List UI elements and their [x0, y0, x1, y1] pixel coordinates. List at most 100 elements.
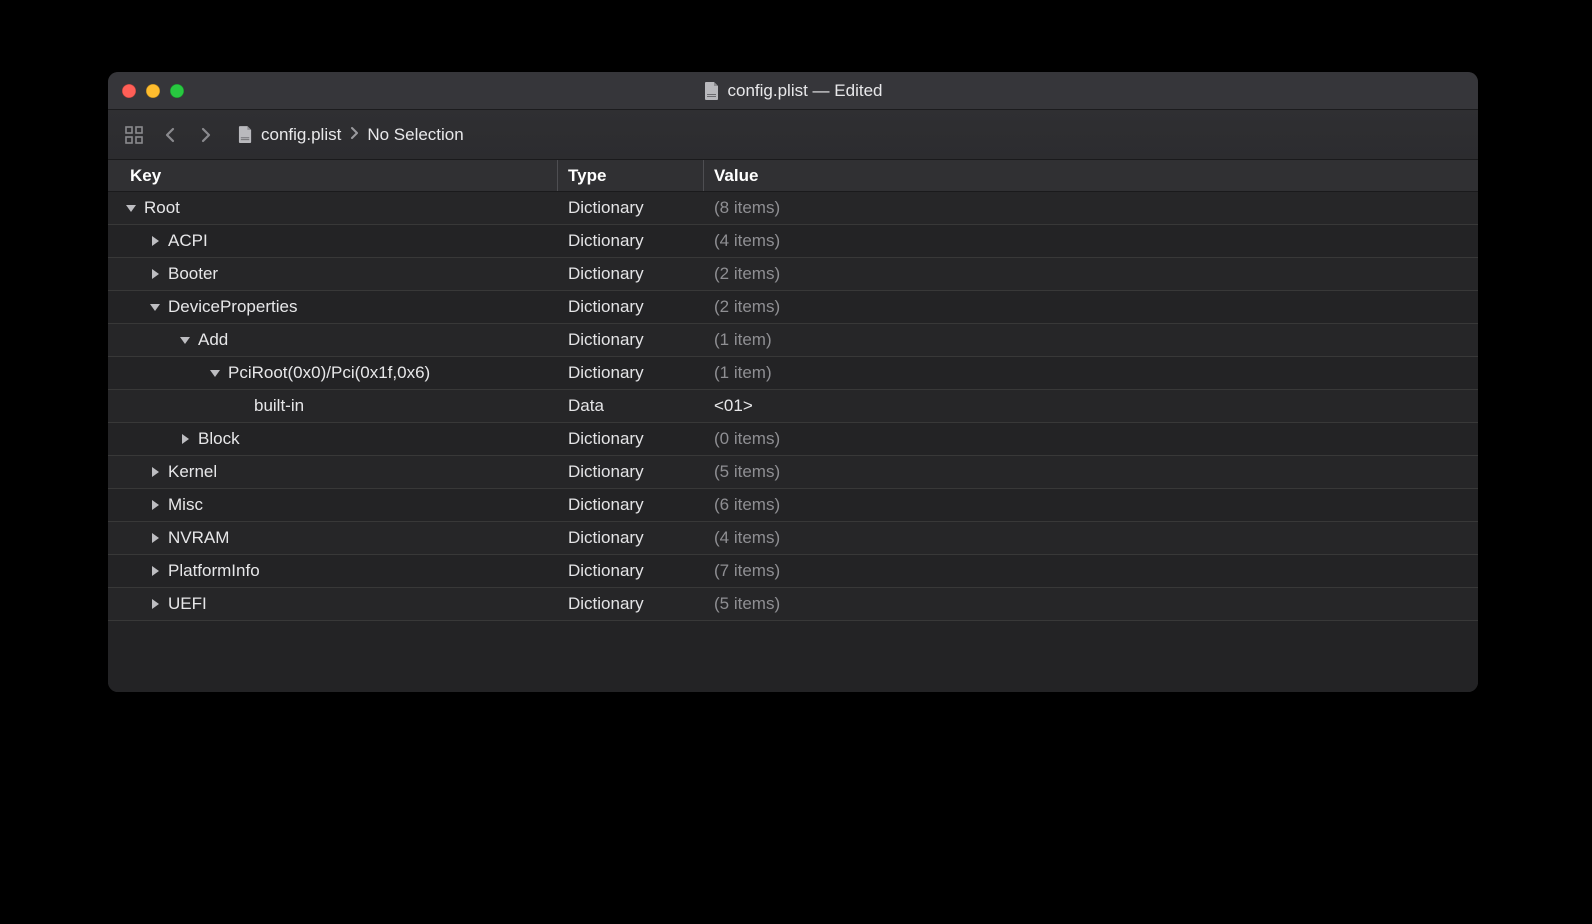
plist-row[interactable]: built-in Data <01> [108, 390, 1478, 423]
value-cell[interactable]: (4 items) [704, 528, 1478, 548]
key-cell[interactable]: DeviceProperties [108, 297, 558, 317]
type-label: Dictionary [568, 198, 644, 217]
disclosure-triangle-icon[interactable] [178, 432, 192, 446]
minimize-button[interactable] [146, 84, 160, 98]
value-cell[interactable]: (6 items) [704, 495, 1478, 515]
type-cell[interactable]: Dictionary [558, 330, 704, 350]
view-mode-icon[interactable] [122, 123, 146, 147]
disclosure-triangle-icon[interactable] [208, 366, 222, 380]
nav-back-button[interactable] [158, 123, 182, 147]
value-label: (2 items) [714, 297, 780, 316]
type-label: Data [568, 396, 604, 415]
key-cell[interactable]: PciRoot(0x0)/Pci(0x1f,0x6) [108, 363, 558, 383]
window-title-text: config.plist — Edited [728, 81, 883, 101]
disclosure-triangle-icon[interactable] [148, 597, 162, 611]
plist-row[interactable]: Block Dictionary (0 items) [108, 423, 1478, 456]
type-cell[interactable]: Dictionary [558, 198, 704, 218]
disclosure-triangle-icon[interactable] [148, 465, 162, 479]
titlebar[interactable]: config.plist — Edited [108, 72, 1478, 110]
type-cell[interactable]: Dictionary [558, 363, 704, 383]
window-title: config.plist — Edited [108, 81, 1478, 101]
type-label: Dictionary [568, 297, 644, 316]
plist-row[interactable]: Root Dictionary (8 items) [108, 192, 1478, 225]
type-cell[interactable]: Dictionary [558, 528, 704, 548]
type-cell[interactable]: Dictionary [558, 561, 704, 581]
type-cell[interactable]: Dictionary [558, 594, 704, 614]
type-label: Dictionary [568, 264, 644, 283]
value-cell[interactable]: (1 item) [704, 363, 1478, 383]
key-label: DeviceProperties [168, 297, 297, 317]
type-label: Dictionary [568, 462, 644, 481]
disclosure-triangle-icon[interactable] [148, 234, 162, 248]
breadcrumb-selection[interactable]: No Selection [367, 125, 463, 145]
toolbar: config.plist No Selection [108, 110, 1478, 160]
key-cell[interactable]: Block [108, 429, 558, 449]
plist-row[interactable]: MiscDictionary(6 items) [108, 489, 1478, 522]
key-cell[interactable]: Add [108, 330, 558, 350]
header-type[interactable]: Type [558, 160, 704, 191]
plist-row[interactable]: PciRoot(0x0)/Pci(0x1f,0x6)Dictionary(1 i… [108, 357, 1478, 390]
plist-row[interactable]: DeviceProperties Dictionary (2 items) [108, 291, 1478, 324]
value-label: (4 items) [714, 231, 780, 250]
type-cell[interactable]: Dictionary [558, 264, 704, 284]
type-cell[interactable]: Dictionary [558, 462, 704, 482]
value-cell[interactable]: (1 item) [704, 330, 1478, 350]
plist-row[interactable]: Booter Dictionary (2 items) [108, 258, 1478, 291]
key-cell[interactable]: Misc [108, 495, 558, 515]
plist-row[interactable]: NVRAM Dictionary(4 items) [108, 522, 1478, 555]
plist-tree[interactable]: RootDictionary(8 items)ACPIDictionary(4 … [108, 192, 1478, 692]
breadcrumb-file[interactable]: config.plist [261, 125, 341, 145]
key-label: UEFI [168, 594, 207, 614]
plist-row[interactable]: AddDictionary (1 item) [108, 324, 1478, 357]
disclosure-triangle-icon[interactable] [148, 564, 162, 578]
value-label: (1 item) [714, 330, 772, 349]
value-cell[interactable]: (2 items) [704, 297, 1478, 317]
disclosure-triangle-icon[interactable] [124, 201, 138, 215]
type-cell[interactable]: Dictionary [558, 429, 704, 449]
window-controls [108, 84, 184, 98]
value-cell[interactable]: (4 items) [704, 231, 1478, 251]
key-label: NVRAM [168, 528, 229, 548]
key-label: PlatformInfo [168, 561, 260, 581]
value-cell[interactable]: (5 items) [704, 594, 1478, 614]
key-cell[interactable]: PlatformInfo [108, 561, 558, 581]
type-label: Dictionary [568, 594, 644, 613]
plist-row[interactable]: Kernel Dictionary (5 items) [108, 456, 1478, 489]
type-cell[interactable]: Dictionary [558, 231, 704, 251]
zoom-button[interactable] [170, 84, 184, 98]
value-cell[interactable]: (7 items) [704, 561, 1478, 581]
type-cell[interactable]: Dictionary [558, 297, 704, 317]
value-cell[interactable]: (8 items) [704, 198, 1478, 218]
value-cell[interactable]: (5 items) [704, 462, 1478, 482]
key-cell[interactable]: Booter [108, 264, 558, 284]
type-cell[interactable]: Data [558, 396, 704, 416]
key-cell[interactable]: ACPI [108, 231, 558, 251]
value-cell[interactable]: <01> [704, 396, 1478, 416]
disclosure-triangle-icon[interactable] [148, 498, 162, 512]
breadcrumb[interactable]: config.plist No Selection [238, 125, 464, 145]
type-cell[interactable]: Dictionary [558, 495, 704, 515]
plist-row[interactable]: ACPIDictionary (4 items) [108, 225, 1478, 258]
key-cell[interactable]: NVRAM [108, 528, 558, 548]
disclosure-triangle-icon[interactable] [148, 267, 162, 281]
plist-file-icon [238, 126, 253, 143]
key-cell[interactable]: built-in [108, 396, 558, 416]
close-button[interactable] [122, 84, 136, 98]
disclosure-triangle-icon[interactable] [148, 300, 162, 314]
value-cell[interactable]: (0 items) [704, 429, 1478, 449]
disclosure-triangle-icon[interactable] [178, 333, 192, 347]
type-label: Dictionary [568, 429, 644, 448]
value-cell[interactable]: (2 items) [704, 264, 1478, 284]
plist-row[interactable]: PlatformInfo Dictionary (7 items) [108, 555, 1478, 588]
key-cell[interactable]: Kernel [108, 462, 558, 482]
key-cell[interactable]: Root [108, 198, 558, 218]
plist-row[interactable]: UEFI Dictionary (5 items) [108, 588, 1478, 621]
value-label: (7 items) [714, 561, 780, 580]
disclosure-triangle-icon[interactable] [148, 531, 162, 545]
header-key[interactable]: Key [108, 160, 558, 191]
key-cell[interactable]: UEFI [108, 594, 558, 614]
nav-forward-button[interactable] [194, 123, 218, 147]
value-label: (5 items) [714, 594, 780, 613]
header-value[interactable]: Value [704, 160, 1478, 191]
editor-window: config.plist — Edited [108, 72, 1478, 692]
